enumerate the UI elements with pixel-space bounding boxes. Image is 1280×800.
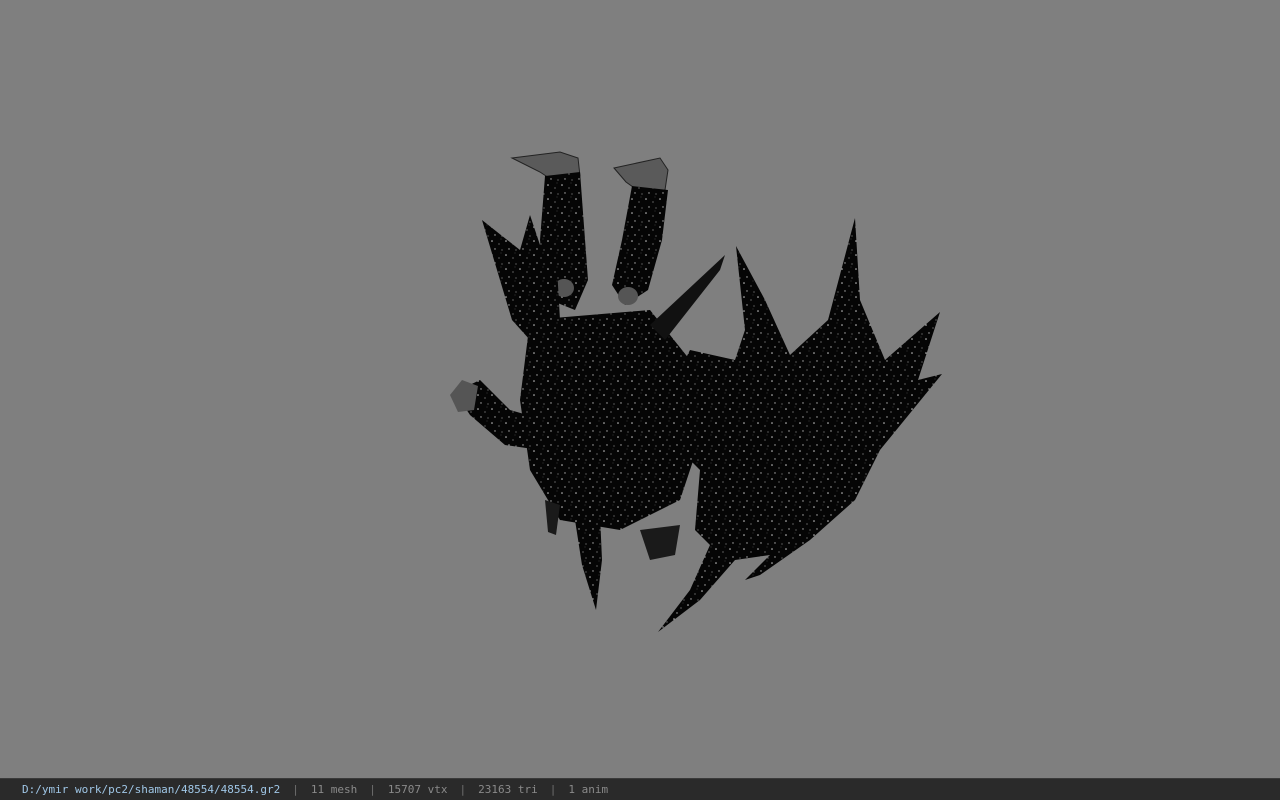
fringe-right (640, 525, 680, 560)
separator: | (459, 783, 467, 796)
tail-spike (575, 515, 602, 610)
hand (450, 380, 478, 412)
anim-count: 1 anim (568, 783, 609, 796)
3d-viewport[interactable] (0, 0, 1280, 778)
fringe-left (545, 500, 560, 535)
file-path: D:/ymir work/pc2/shaman/48554/48554.gr2 (22, 783, 281, 796)
winged-creature-model (450, 151, 942, 632)
triangle-count: 23163 tri (478, 783, 538, 796)
mesh-count: 11 mesh (310, 783, 358, 796)
right-leg (612, 186, 668, 305)
right-foot (613, 157, 669, 193)
separator: | (369, 783, 376, 796)
right-knee (618, 287, 638, 305)
staff (650, 255, 725, 340)
vertex-count: 15707 vtx (387, 783, 448, 796)
separator: | (549, 783, 557, 796)
separator: | (292, 783, 299, 796)
status-bar: D:/ymir work/pc2/shaman/48554/48554.gr2 … (0, 778, 1280, 800)
